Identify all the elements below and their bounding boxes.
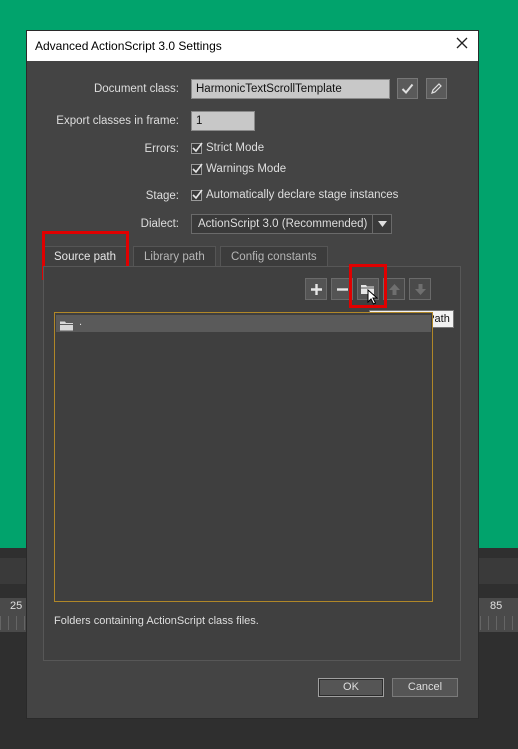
dialect-select[interactable]: ActionScript 3.0 (Recommended) [191,214,392,234]
edit-class-button[interactable] [426,78,447,99]
settings-dialog: Advanced ActionScript 3.0 Settings Docum… [27,31,478,718]
pencil-icon [431,83,442,94]
cancel-button[interactable]: Cancel [392,678,458,697]
tab-library-path[interactable]: Library path [133,246,216,266]
auto-declare-box[interactable] [191,189,203,201]
validate-class-button[interactable] [397,78,418,99]
folder-icon [60,318,74,336]
list-item-path: . [79,316,83,328]
export-frame-input[interactable]: 1 [191,111,255,131]
tab-config-constants-label: Config constants [231,251,317,263]
strict-mode-checkbox[interactable]: Strict Mode [191,142,264,154]
check-icon [401,83,414,94]
source-path-list[interactable]: . [54,312,433,602]
chevron-down-icon[interactable] [372,215,391,233]
dialect-value: ActionScript 3.0 (Recommended) [198,218,368,230]
remove-path-button[interactable] [331,278,353,300]
dialog-titlebar: Advanced ActionScript 3.0 Settings [27,31,478,61]
tab-library-path-label: Library path [144,251,205,263]
warnings-mode-label: Warnings Mode [206,163,287,175]
minus-icon [336,287,348,291]
ruler-label-right: 85 [490,600,503,612]
check-icon [192,163,203,173]
dialog-title: Advanced ActionScript 3.0 Settings [35,39,222,53]
close-icon[interactable] [456,36,468,54]
export-frame-label: Export classes in frame: [56,115,179,127]
tab-source-path-label: Source path [54,251,117,263]
tab-source-path[interactable]: Source path [43,246,129,266]
check-icon [192,189,203,199]
warnings-mode-checkbox[interactable]: Warnings Mode [191,163,286,175]
ok-button[interactable]: OK [318,678,384,697]
add-path-button[interactable] [305,278,327,300]
auto-declare-checkbox[interactable]: Automatically declare stage instances [191,189,398,201]
plus-icon [310,283,322,295]
document-class-label: Document class: [93,83,179,95]
strict-mode-box[interactable] [191,142,203,154]
tab-config-constants[interactable]: Config constants [220,246,328,266]
arrow-down-icon [414,283,426,295]
move-up-button[interactable] [383,278,405,300]
stage-label: Stage: [145,190,179,202]
panel-description: Folders containing ActionScript class fi… [54,615,259,627]
dialect-label: Dialect: [140,218,179,230]
cursor-icon [367,289,379,305]
move-down-button[interactable] [409,278,431,300]
arrow-up-icon [388,283,400,295]
warnings-mode-box[interactable] [191,163,203,175]
strict-mode-label: Strict Mode [206,142,265,154]
check-icon [192,142,203,152]
list-item[interactable]: . [56,315,431,332]
ruler-label-left: 25 [10,600,23,612]
errors-label: Errors: [144,143,180,155]
document-class-input[interactable]: HarmonicTextScrollTemplate [191,79,390,99]
auto-declare-label: Automatically declare stage instances [206,189,399,201]
